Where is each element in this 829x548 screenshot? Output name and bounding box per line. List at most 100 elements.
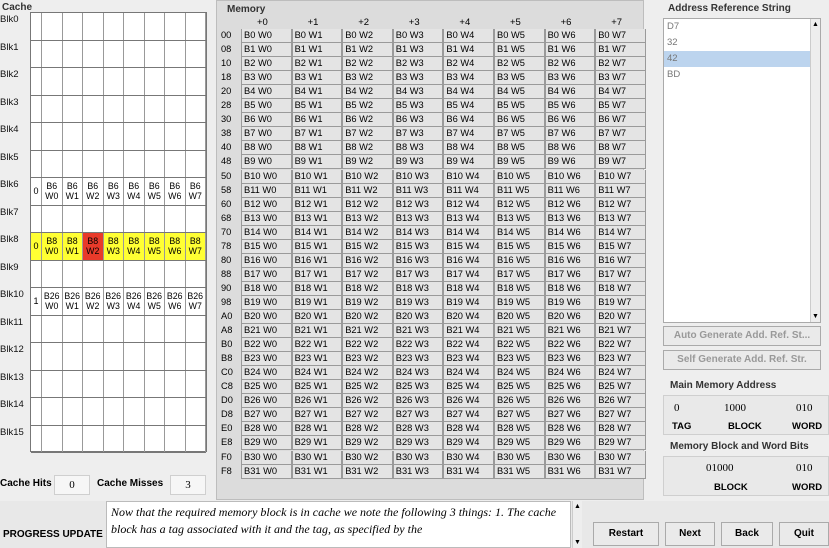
memory-cell: B11 W0	[241, 183, 292, 198]
list-scrollbar[interactable]: ▲ ▼	[810, 19, 820, 322]
cache-word-cell	[63, 398, 83, 425]
cache-word-cell	[63, 205, 83, 232]
cache-word-cell	[165, 398, 186, 425]
memory-cell: B4 W3	[392, 85, 444, 100]
memory-row: 80 B16 W0 B16 W1 B16 W2 B16 W3 B16 W4 B16 W5 B1…	[219, 253, 646, 268]
cache-word-cell	[186, 398, 206, 425]
cache-word-cell	[145, 425, 165, 452]
back-button[interactable]: Back	[721, 522, 773, 546]
cache-word-cell	[42, 40, 63, 67]
cell-block: B8 W7	[188, 236, 202, 256]
scroll-up-icon[interactable]: ▲	[812, 21, 819, 28]
cache-row: 1 B26 W0 B26 W1 B26 W2 B26 W3 B26 W4 B26 W5 B26 W6 B26 W…	[31, 288, 206, 316]
memory-cell: B7 W1	[291, 127, 343, 142]
auto-generate-button[interactable]: Auto Generate Add. Ref. St...	[663, 326, 821, 346]
next-button[interactable]: Next	[665, 522, 715, 546]
cache-word-cell	[186, 150, 206, 177]
cache-hits-label: Cache Hits	[0, 478, 52, 489]
memory-cell: B30 W6	[544, 450, 596, 465]
memory-cell: B8 W3	[392, 141, 444, 156]
progress-text: Now that the required memory block is in…	[106, 501, 571, 548]
address-reference-item[interactable]: 32	[664, 35, 820, 51]
memory-cell: B22 W4	[443, 338, 494, 353]
cell-block: B26 W3	[105, 291, 122, 311]
memory-cell: B8 W7	[595, 141, 646, 156]
mma-tag-label: TAG	[672, 421, 692, 432]
memory-cell: B4 W0	[241, 85, 292, 100]
cache-block-label: Blk8	[0, 234, 19, 245]
memory-cell: B23 W2	[342, 352, 393, 367]
memory-cell: B5 W1	[291, 99, 343, 114]
memory-cell: B31 W0	[241, 464, 292, 479]
memory-cell: B15 W4	[443, 239, 494, 254]
memory-cell: B27 W2	[342, 408, 393, 423]
memory-cell: B12 W2	[342, 197, 393, 212]
memory-cell: B14 W3	[392, 225, 444, 240]
memory-cell: B7 W7	[595, 127, 646, 142]
memory-address: D8	[221, 409, 233, 420]
memory-cell: B4 W1	[291, 85, 343, 100]
memory-cell: B9 W5	[494, 155, 545, 170]
restart-button[interactable]: Restart	[593, 522, 659, 546]
scroll-down-icon[interactable]: ▼	[574, 539, 581, 546]
cell-block: B8 W4	[127, 236, 141, 256]
cache-word-cell	[165, 370, 186, 397]
quit-button[interactable]: Quit	[779, 522, 829, 546]
address-reference-item[interactable]: D7	[664, 19, 820, 35]
cache-word-cell: B8 W1	[62, 233, 83, 260]
cache-word-cell	[186, 315, 206, 342]
memory-cell: B22 W7	[595, 338, 646, 353]
memory-cell: B24 W3	[392, 366, 444, 381]
progress-scrollbar[interactable]: ▲ ▼	[572, 501, 582, 548]
memory-cell: B3 W6	[544, 71, 596, 86]
cache-word-cell	[186, 95, 206, 122]
cache-word-cell	[83, 95, 104, 122]
memory-cell: B22 W2	[342, 338, 393, 353]
cache-word-cell	[145, 95, 165, 122]
progress-text-content: Now that the required memory block is in…	[111, 505, 557, 536]
memory-address: E0	[221, 423, 233, 434]
memory-row: B0 B22 W0 B22 W1 B22 W2 B22 W3 B22 W4 B22 W5 B2…	[219, 338, 646, 353]
cache-word-cell	[83, 205, 104, 232]
cache-word-cell	[63, 95, 83, 122]
cache-tag: 1	[31, 288, 42, 315]
cache-word-cell: B8 W5	[144, 233, 165, 260]
address-reference-panel: Address Reference String D7 32 42 BD ▲ ▼ Au…	[658, 0, 829, 372]
address-reference-item[interactable]: BD	[664, 67, 820, 83]
cell-block: B6 W0	[45, 181, 59, 201]
memory-row: 58 B11 W0 B11 W1 B11 W2 B11 W3 B11 W4 B11 W5 B1…	[219, 183, 646, 198]
address-reference-list[interactable]: D7 32 42 BD ▲ ▼	[663, 18, 821, 323]
memory-row: A8 B21 W0 B21 W1 B21 W2 B21 W3 B21 W4 B21 W5 B2…	[219, 324, 646, 339]
memory-cell: B17 W2	[342, 267, 393, 282]
cache-misses-value: 3	[170, 475, 206, 495]
mma-word-label: WORD	[792, 421, 823, 432]
cache-row	[31, 150, 206, 178]
self-generate-button[interactable]: Self Generate Add. Ref. Str.	[663, 350, 821, 370]
memory-cell: B13 W0	[241, 211, 292, 226]
memory-address: 98	[221, 296, 232, 307]
address-reference-item[interactable]: 42	[664, 51, 820, 67]
cache-word-cell	[124, 205, 145, 232]
memory-cell: B15 W6	[544, 239, 596, 254]
memory-cell: B11 W2	[342, 183, 393, 198]
memory-cell: B6 W3	[392, 113, 444, 128]
memory-cell: B26 W7	[595, 394, 646, 409]
memory-address: 78	[221, 240, 232, 251]
cache-word-cell: B26 W0	[42, 288, 63, 315]
memory-cell: B0 W0	[241, 29, 292, 44]
scroll-up-icon[interactable]: ▲	[574, 503, 581, 510]
memory-cell: B16 W7	[595, 253, 646, 268]
cache-tag	[31, 425, 42, 452]
memory-cell: B11 W5	[494, 183, 545, 198]
memory-cell: B5 W5	[494, 99, 545, 114]
cache-word-cell	[124, 68, 145, 95]
memory-cell: B17 W7	[595, 267, 646, 282]
cache-word-cell: B6 W2	[83, 178, 104, 205]
cache-word-cell	[63, 260, 83, 287]
cache-word-cell	[104, 425, 124, 452]
memory-cell: B27 W5	[494, 408, 545, 423]
cache-row	[31, 205, 206, 233]
scroll-down-icon[interactable]: ▼	[812, 313, 819, 320]
cache-word-cell	[42, 205, 63, 232]
memory-cell: B9 W1	[291, 155, 343, 170]
